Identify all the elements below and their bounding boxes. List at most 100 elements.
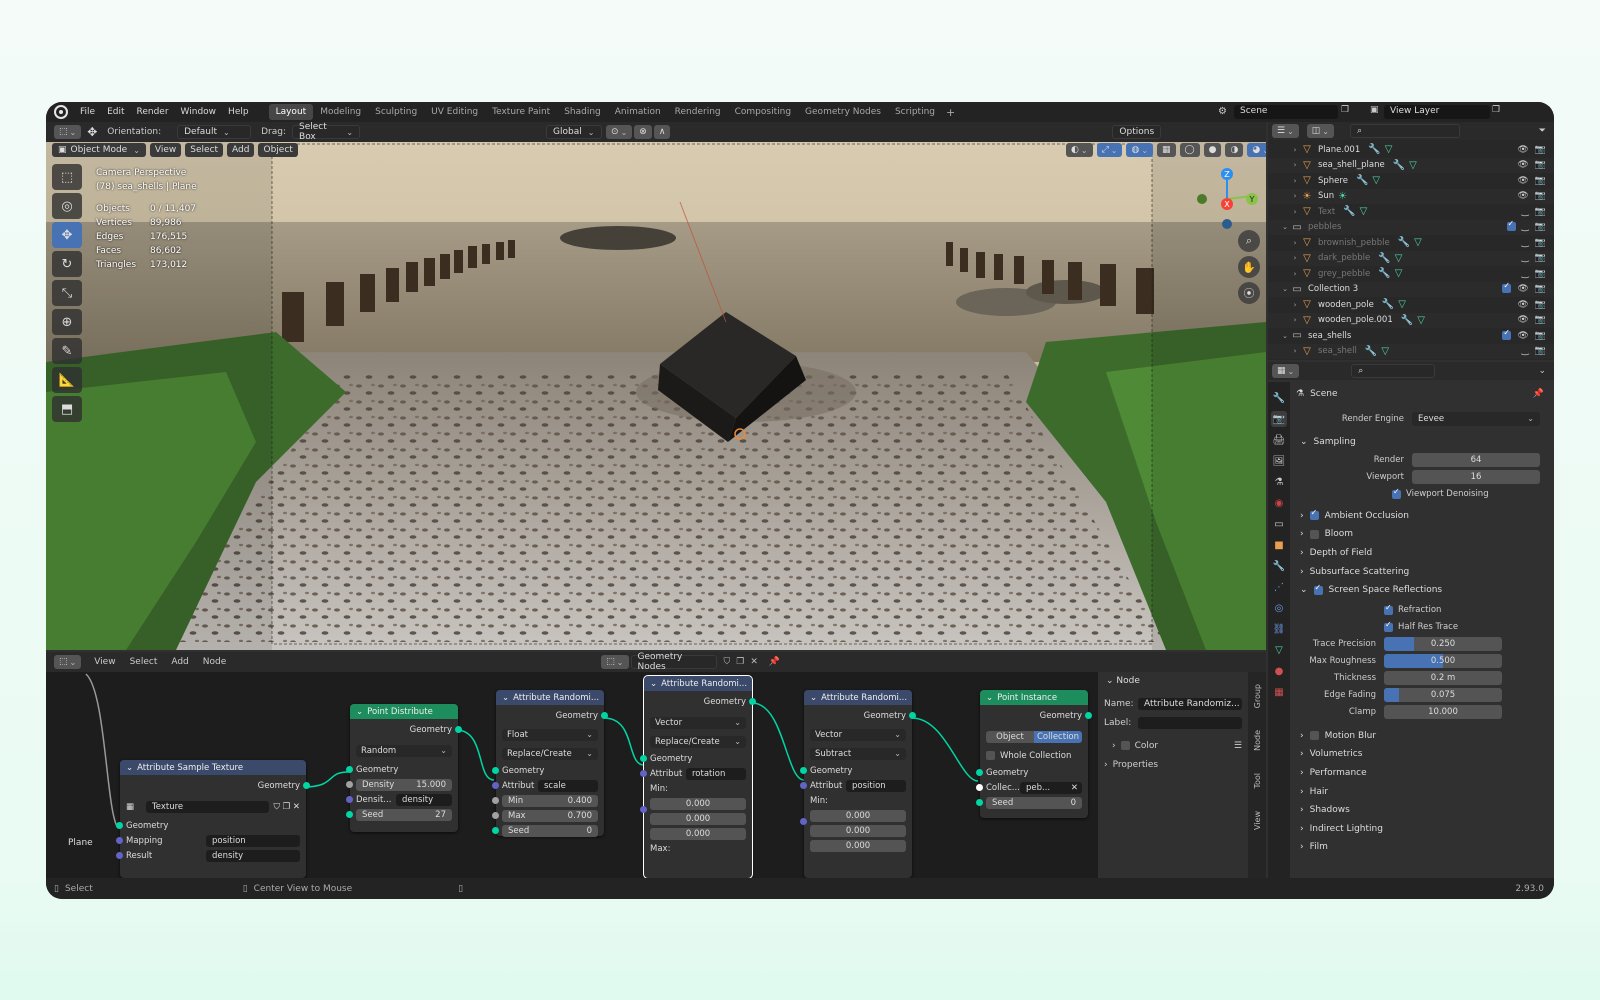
render-camera-icon[interactable]: 📷 [1535, 331, 1546, 341]
expand-icon[interactable]: › [1290, 254, 1300, 262]
eye-icon[interactable]: 👁 [1517, 284, 1528, 294]
output-socket[interactable] [303, 782, 310, 789]
eye-icon[interactable]: 👁 [1517, 300, 1528, 310]
tab-layout[interactable]: Layout [268, 104, 314, 120]
clamp-field[interactable]: 10.000 [1384, 705, 1502, 720]
section-shadows[interactable]: › Shadows [1292, 801, 1550, 820]
outliner-search[interactable]: ⌕ [1350, 124, 1460, 138]
expand-icon[interactable]: ⌄ [1280, 223, 1290, 231]
collection-option[interactable]: Collection [1034, 730, 1082, 743]
bloom-section[interactable]: › Bloom [1292, 525, 1550, 544]
overlay-toggle-icon[interactable]: ◍ [1126, 143, 1154, 157]
outliner-item[interactable]: ⌄▭pebbles‿📷 [1268, 219, 1554, 235]
eye-icon[interactable]: 👁 [1517, 191, 1528, 201]
annotate-tool-icon[interactable]: ✎ [52, 338, 82, 364]
rendered-shading-icon[interactable]: ◕ [1247, 143, 1266, 157]
section-film[interactable]: › Film [1292, 838, 1550, 857]
orientation-dropdown[interactable]: Default [177, 125, 252, 139]
tab-geometry-nodes[interactable]: Geometry Nodes [798, 104, 888, 120]
node-menu-node[interactable]: Node [198, 657, 232, 667]
node-tree-type-icon[interactable]: ⬚ [601, 655, 629, 669]
collection-socket[interactable] [976, 784, 983, 791]
min-x-field[interactable]: 0.000 [650, 797, 746, 810]
node-point-distribute[interactable]: ⌄ Point Distribute Geometry Random Geome… [346, 704, 462, 832]
node-tree-selector[interactable]: Geometry Nodes [630, 652, 717, 672]
sss-section[interactable]: › Subsurface Scattering [1292, 562, 1550, 581]
properties-options-icon[interactable]: ⌄ [1538, 366, 1546, 376]
halfres-checkbox[interactable] [1384, 620, 1393, 632]
snap-icon[interactable]: ⊗ [634, 125, 652, 139]
view-layer-icon[interactable]: ▣ [1370, 105, 1379, 115]
texture-field[interactable]: Texture [146, 800, 270, 813]
min-x-field[interactable]: 0.000 [810, 809, 906, 822]
output-socket[interactable] [749, 698, 756, 705]
mapping-socket[interactable] [116, 837, 123, 844]
tab-scripting[interactable]: Scripting [888, 104, 942, 120]
eye-icon[interactable]: ‿ [1522, 238, 1529, 248]
eye-icon[interactable]: ‿ [1522, 253, 1529, 263]
world-tab-icon[interactable]: ◉ [1271, 495, 1287, 511]
render-camera-icon[interactable]: 📷 [1535, 191, 1546, 201]
exclude-checkbox[interactable] [1506, 219, 1516, 232]
attr-field[interactable]: position [846, 779, 906, 792]
pin-icon[interactable]: 📌 [1533, 389, 1544, 399]
result-field[interactable]: density [206, 849, 300, 862]
seed-socket[interactable] [492, 827, 499, 834]
editor-type-icon[interactable]: ⬚ [54, 125, 82, 139]
node-attribute-randomize-rotation[interactable]: ⌄ Attribute Randomi... Geometry Vector R… [640, 675, 756, 878]
transform-orientation-dropdown[interactable]: Global [546, 125, 603, 139]
exclude-checkbox[interactable] [1502, 281, 1512, 294]
motion-blur-checkbox[interactable] [1309, 731, 1319, 741]
list-icon[interactable]: ☰ [1234, 741, 1242, 751]
input-socket[interactable] [976, 769, 983, 776]
attr-field[interactable]: scale [538, 779, 598, 792]
seed-field[interactable]: Seed 0 [502, 824, 598, 837]
sidebar-tab-tool[interactable]: Tool [1253, 773, 1262, 789]
measure-tool-icon[interactable]: 📐 [52, 367, 82, 393]
eye-icon[interactable]: ‿ [1522, 222, 1529, 232]
output-socket[interactable] [455, 726, 462, 733]
tab-sculpting[interactable]: Sculpting [368, 104, 424, 120]
sidebar-tab-node[interactable]: Node [1253, 730, 1262, 751]
eye-icon[interactable]: ‿ [1522, 269, 1529, 279]
collection-tab-icon[interactable]: ▭ [1271, 516, 1287, 532]
min-y-field[interactable]: 0.000 [810, 824, 906, 837]
expand-icon[interactable]: ⌄ [1280, 332, 1290, 340]
gizmo-toggle-icon[interactable]: ⤢ [1096, 143, 1123, 157]
expand-icon[interactable]: › [1290, 301, 1300, 309]
transform-tool-icon[interactable]: ⊕ [52, 309, 82, 335]
node-point-instance[interactable]: ⌄ Point Instance Geometry Object Collect… [976, 690, 1092, 818]
section-indirect-lighting[interactable]: › Indirect Lighting [1292, 820, 1550, 839]
viewport-samples-field[interactable]: 16 [1412, 470, 1540, 485]
render-camera-icon[interactable]: 📷 [1535, 176, 1546, 186]
collection-field[interactable]: peb... ✕ [1020, 781, 1082, 794]
max-field[interactable]: Max 0.700 [502, 809, 598, 822]
ao-section[interactable]: › Ambient Occlusion [1292, 507, 1550, 526]
mode-dropdown[interactable]: Random [356, 744, 452, 757]
node-menu-add[interactable]: Add [166, 657, 193, 667]
constraints-tab-icon[interactable]: ⛓ [1271, 621, 1287, 637]
xray-toggle-icon[interactable]: ▦ [1157, 143, 1176, 157]
outliner-item[interactable]: › ▽ sea_shell_plane 🔧 ▽ 👁 📷 [1268, 157, 1554, 173]
modifier-tab-icon[interactable]: 🔧 [1271, 558, 1287, 574]
exclude-checkbox[interactable] [1502, 328, 1512, 340]
mapping-field[interactable]: position [206, 834, 300, 847]
new-view-layer-icon[interactable]: ❐ [1492, 105, 1500, 115]
densit-socket[interactable] [346, 796, 353, 803]
outliner-item[interactable]: › ▽ sea_shell 🔧 ▽ ‿ 📷 [1268, 343, 1554, 359]
thickness-field[interactable]: 0.2 m [1384, 671, 1502, 686]
eye-icon[interactable]: 👁 [1517, 331, 1528, 341]
trace-precision-field[interactable]: 0.250 [1384, 637, 1502, 652]
outliner-type-icon[interactable]: ☰ [1272, 124, 1299, 138]
viewport-menu-select[interactable]: Select [185, 143, 224, 157]
new-scene-icon[interactable]: ❐ [1341, 105, 1349, 115]
color-row[interactable]: › Color ☰ [1098, 738, 1248, 753]
eye-icon[interactable]: ‿ [1522, 207, 1529, 217]
duplicate-tree-icon[interactable]: ❐ [736, 657, 744, 667]
attr-socket[interactable] [492, 782, 499, 789]
render-tab-icon[interactable]: 📷 [1271, 411, 1287, 427]
properties-type-icon[interactable]: ▦ [1272, 364, 1300, 378]
operation-dropdown[interactable]: Replace/Create [502, 747, 598, 760]
menu-help[interactable]: Help [222, 107, 255, 117]
render-camera-icon[interactable]: 📷 [1535, 269, 1546, 279]
